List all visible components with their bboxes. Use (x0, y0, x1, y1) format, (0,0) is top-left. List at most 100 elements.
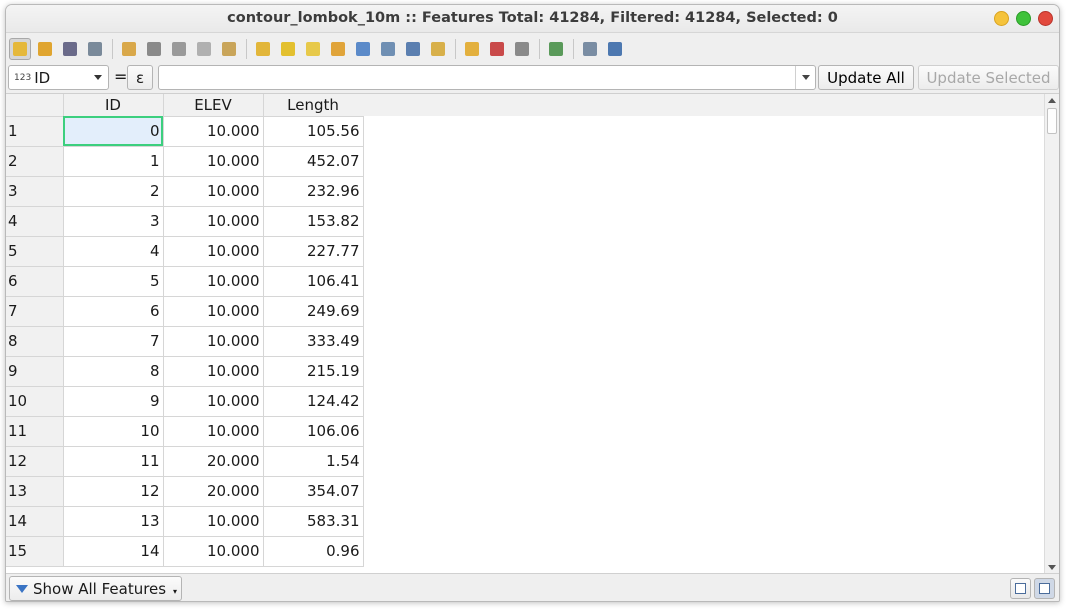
row-header[interactable]: 12 (6, 446, 64, 477)
filter-button[interactable] (352, 38, 374, 60)
table-row[interactable]: 3 2 10.000 232.96 (6, 176, 364, 207)
row-header[interactable]: 7 (6, 296, 64, 327)
field-calculator-button[interactable] (511, 38, 533, 60)
cell-length[interactable]: 354.07 (263, 476, 364, 507)
cell-id[interactable]: 13 (63, 506, 164, 537)
conditional-formatting-button[interactable] (545, 38, 567, 60)
cell-id[interactable]: 12 (63, 476, 164, 507)
form-view-button[interactable] (1010, 578, 1031, 599)
row-header[interactable]: 11 (6, 416, 64, 447)
cell-length[interactable]: 583.31 (263, 506, 364, 537)
cell-length[interactable]: 227.77 (263, 236, 364, 267)
new-field-button[interactable] (461, 38, 483, 60)
cell-id[interactable]: 2 (63, 176, 164, 207)
cell-elev[interactable]: 10.000 (163, 416, 264, 447)
cell-id[interactable]: 9 (63, 386, 164, 417)
cell-id[interactable]: 7 (63, 326, 164, 357)
show-all-features-button[interactable]: Show All Features ▾ (9, 576, 182, 601)
row-header[interactable]: 14 (6, 506, 64, 537)
multi-edit-button[interactable] (34, 38, 56, 60)
cell-elev[interactable]: 10.000 (163, 206, 264, 237)
reload-button[interactable] (84, 38, 106, 60)
row-header[interactable]: 10 (6, 386, 64, 417)
cell-length[interactable]: 215.19 (263, 356, 364, 387)
table-row[interactable]: 14 13 10.000 583.31 (6, 506, 364, 537)
row-header[interactable]: 3 (6, 176, 64, 207)
update-selected-button[interactable]: Update Selected (918, 65, 1059, 90)
table-row[interactable]: 12 11 20.000 1.54 (6, 446, 364, 477)
table-row[interactable]: 15 14 10.000 0.96 (6, 536, 364, 567)
cell-id[interactable]: 11 (63, 446, 164, 477)
minimize-button[interactable] (994, 11, 1009, 26)
table-row[interactable]: 10 9 10.000 124.42 (6, 386, 364, 417)
row-header[interactable]: 5 (6, 236, 64, 267)
cell-length[interactable]: 106.41 (263, 266, 364, 297)
add-feature-button[interactable] (118, 38, 140, 60)
cell-id[interactable]: 3 (63, 206, 164, 237)
scroll-down-icon[interactable] (1048, 565, 1056, 570)
corner-header[interactable] (6, 94, 64, 117)
save-edits-button[interactable] (59, 38, 81, 60)
row-header[interactable]: 6 (6, 266, 64, 297)
cell-length[interactable]: 106.06 (263, 416, 364, 447)
column-header-id[interactable]: ID (63, 94, 164, 117)
cell-elev[interactable]: 10.000 (163, 176, 264, 207)
cell-length[interactable]: 105.56 (263, 116, 364, 147)
table-row[interactable]: 6 5 10.000 106.41 (6, 266, 364, 297)
column-header-length[interactable]: Length (263, 94, 364, 117)
scroll-thumb[interactable] (1047, 108, 1057, 134)
table-row[interactable]: 13 12 20.000 354.07 (6, 476, 364, 507)
update-all-button[interactable]: Update All (818, 65, 914, 90)
cell-length[interactable]: 333.49 (263, 326, 364, 357)
cell-length[interactable]: 1.54 (263, 446, 364, 477)
delete-field-button[interactable] (486, 38, 508, 60)
deselect-all-button[interactable] (327, 38, 349, 60)
cell-id[interactable]: 0 (63, 116, 164, 147)
zoom-to-selection-button[interactable] (427, 38, 449, 60)
cell-length[interactable]: 124.42 (263, 386, 364, 417)
cell-elev[interactable]: 20.000 (163, 446, 264, 477)
table-row[interactable]: 4 3 10.000 153.82 (6, 206, 364, 237)
cell-elev[interactable]: 10.000 (163, 536, 264, 567)
cell-elev[interactable]: 20.000 (163, 476, 264, 507)
table-row[interactable]: 1 0 10.000 105.56 (6, 116, 364, 147)
cell-elev[interactable]: 10.000 (163, 356, 264, 387)
cell-id[interactable]: 1 (63, 146, 164, 177)
field-selector[interactable]: 123 ID (8, 65, 109, 90)
select-all-button[interactable] (277, 38, 299, 60)
invert-selection-button[interactable] (302, 38, 324, 60)
row-header[interactable]: 2 (6, 146, 64, 177)
cell-elev[interactable]: 10.000 (163, 116, 264, 147)
table-row[interactable]: 7 6 10.000 249.69 (6, 296, 364, 327)
row-header[interactable]: 1 (6, 116, 64, 147)
table-row[interactable]: 8 7 10.000 333.49 (6, 326, 364, 357)
cell-elev[interactable]: 10.000 (163, 296, 264, 327)
row-header[interactable]: 13 (6, 476, 64, 507)
cell-id[interactable]: 14 (63, 536, 164, 567)
row-header[interactable]: 4 (6, 206, 64, 237)
dock-button[interactable] (579, 38, 601, 60)
paste-button[interactable] (218, 38, 240, 60)
row-header[interactable]: 15 (6, 536, 64, 567)
table-row[interactable]: 2 1 10.000 452.07 (6, 146, 364, 177)
cell-elev[interactable]: 10.000 (163, 326, 264, 357)
row-header[interactable]: 8 (6, 326, 64, 357)
maximize-button[interactable] (1016, 11, 1031, 26)
row-header[interactable]: 9 (6, 356, 64, 387)
scroll-up-icon[interactable] (1048, 98, 1056, 103)
cell-elev[interactable]: 10.000 (163, 386, 264, 417)
table-row[interactable]: 5 4 10.000 227.77 (6, 236, 364, 267)
cell-length[interactable]: 153.82 (263, 206, 364, 237)
table-view-button[interactable] (1034, 578, 1055, 599)
expression-builder-button[interactable]: ε (127, 65, 153, 90)
copy-button[interactable] (193, 38, 215, 60)
cell-id[interactable]: 5 (63, 266, 164, 297)
expression-input[interactable] (163, 66, 793, 88)
cell-length[interactable]: 0.96 (263, 536, 364, 567)
vertical-scrollbar[interactable] (1044, 94, 1059, 573)
actions-button[interactable] (604, 38, 626, 60)
pan-to-selection-button[interactable] (402, 38, 424, 60)
cell-length[interactable]: 452.07 (263, 146, 364, 177)
cell-elev[interactable]: 10.000 (163, 146, 264, 177)
column-header-elev[interactable]: ELEV (163, 94, 264, 117)
